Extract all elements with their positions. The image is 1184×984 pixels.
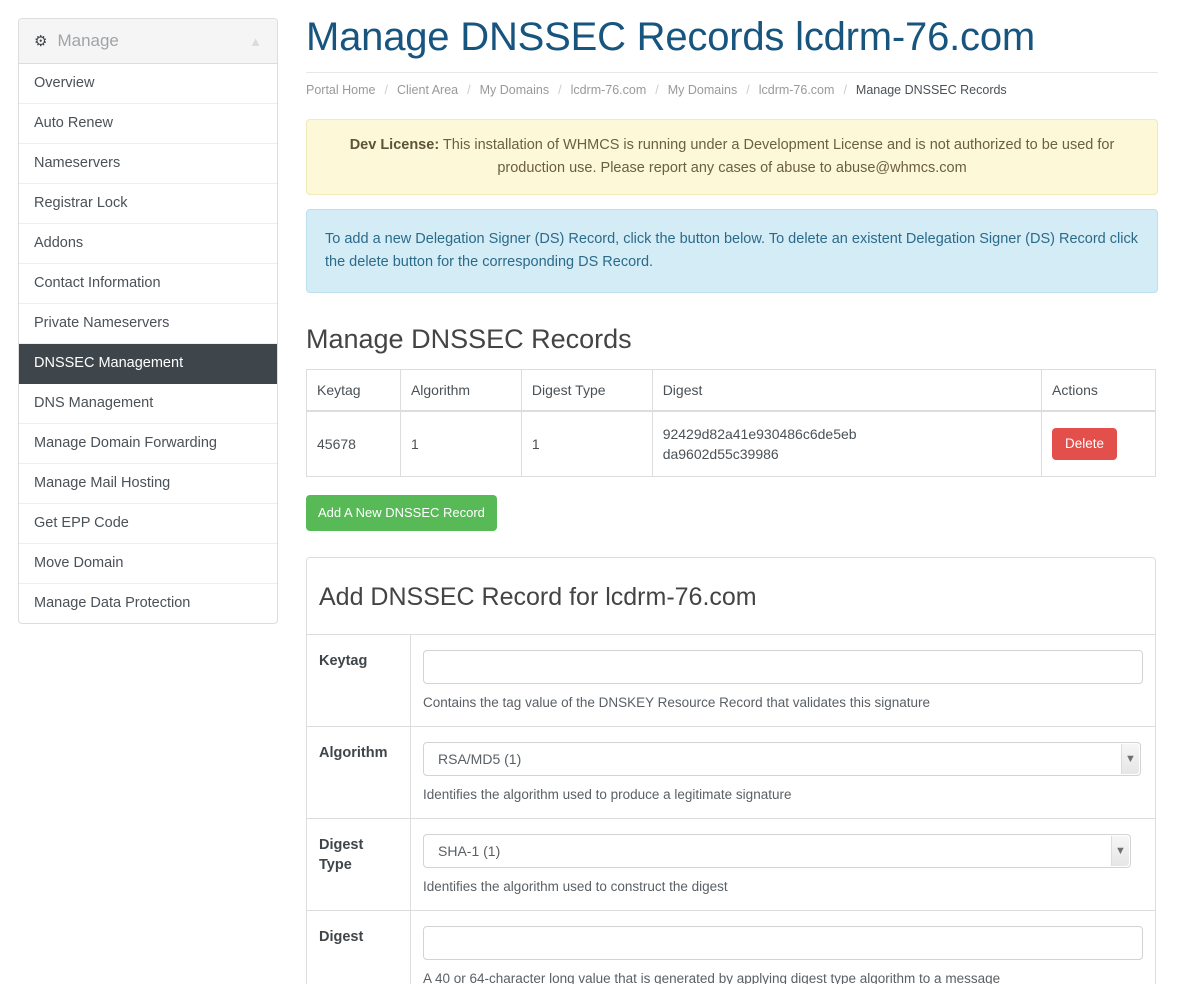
digest-input[interactable] — [423, 926, 1143, 960]
sidebar-item-move-domain[interactable]: Move Domain — [19, 544, 277, 584]
sidebar-item-overview[interactable]: Overview — [19, 64, 277, 104]
label-keytag: Keytag — [307, 635, 411, 727]
table-head: Keytag Algorithm Digest Type Digest Acti… — [306, 369, 1156, 412]
column-header-keytag: Keytag — [306, 369, 401, 412]
form-row-digest-type: Digest Type SHA-1 (1) ▼ Identifies the a… — [307, 818, 1155, 911]
column-header-actions: Actions — [1041, 369, 1156, 412]
column-header-digest-type: Digest Type — [521, 369, 653, 412]
add-new-dnssec-record-button[interactable]: Add A New DNSSEC Record — [306, 495, 497, 531]
breadcrumb: Portal Home / Client Area / My Domains /… — [306, 72, 1158, 97]
sidebar-header[interactable]: ⚙ Manage ▲ — [19, 19, 277, 64]
breadcrumb-item-domain-2[interactable]: lcdrm-76.com — [759, 83, 835, 97]
sidebar-item-contact-information[interactable]: Contact Information — [19, 264, 277, 304]
chevron-down-icon: ▼ — [1121, 744, 1139, 774]
sidebar-item-dns-management[interactable]: DNS Management — [19, 384, 277, 424]
chevron-down-icon: ▼ — [1111, 836, 1129, 866]
label-algorithm: Algorithm — [307, 726, 411, 819]
sidebar-title: Manage — [57, 31, 119, 50]
label-digest-type: Digest Type — [307, 818, 411, 911]
keytag-input[interactable] — [423, 650, 1143, 684]
records-section-title: Manage DNSSEC Records — [306, 324, 632, 354]
breadcrumb-separator: / — [467, 83, 471, 97]
digest-type-selected-value: SHA-1 (1) — [438, 843, 501, 859]
cell-digest-type: 1 — [521, 411, 653, 477]
sidebar-item-addons[interactable]: Addons — [19, 224, 277, 264]
form-row-digest: Digest A 40 or 64-character long value t… — [307, 910, 1155, 984]
sidebar-item-registrar-lock[interactable]: Registrar Lock — [19, 184, 277, 224]
page-root: ⚙ Manage ▲ Overview Auto Renew Nameserve… — [0, 0, 1184, 984]
breadcrumb-item-my-domains-2[interactable]: My Domains — [668, 83, 737, 97]
breadcrumb-item-current: Manage DNSSEC Records — [855, 83, 1007, 97]
dnssec-records-table: Keytag Algorithm Digest Type Digest Acti… — [306, 369, 1156, 477]
page-title: Manage DNSSEC Records lcdrm-76.com — [306, 15, 1036, 59]
column-header-algorithm: Algorithm — [400, 369, 522, 412]
sidebar-menu: Overview Auto Renew Nameservers Registra… — [19, 64, 277, 623]
sidebar-item-manage-mail-hosting[interactable]: Manage Mail Hosting — [19, 464, 277, 504]
algorithm-selected-value: RSA/MD5 (1) — [438, 751, 522, 767]
help-keytag: Contains the tag value of the DNSKEY Res… — [423, 695, 931, 710]
main-content: Manage DNSSEC Records lcdrm-76.com Porta… — [306, 0, 1158, 984]
cell-actions: Delete — [1042, 411, 1156, 477]
gear-icon: ⚙ — [34, 32, 48, 50]
breadcrumb-separator: / — [558, 83, 562, 97]
breadcrumb-item-domain[interactable]: lcdrm-76.com — [571, 83, 647, 97]
instructions-alert: To add a new Delegation Signer (DS) Reco… — [306, 209, 1158, 293]
sidebar-item-dnssec-management[interactable]: DNSSEC Management — [19, 344, 277, 384]
dev-license-label: Dev License: — [349, 137, 440, 153]
cell-keytag: 45678 — [306, 411, 401, 477]
sidebar-item-manage-data-protection[interactable]: Manage Data Protection — [19, 584, 277, 623]
dev-license-text: This installation of WHMCS is running un… — [439, 137, 1115, 176]
panel-heading: Add DNSSEC Record for lcdrm-76.com — [307, 558, 1155, 635]
help-digest: A 40 or 64-character long value that is … — [423, 971, 1001, 984]
sidebar-item-auto-renew[interactable]: Auto Renew — [19, 104, 277, 144]
help-algorithm: Identifies the algorithm used to produce… — [423, 787, 792, 802]
label-digest: Digest — [307, 910, 411, 984]
breadcrumb-separator: / — [384, 83, 388, 97]
form-row-algorithm: Algorithm RSA/MD5 (1) ▼ Identifies the a… — [307, 726, 1155, 819]
cell-digest: 92429d82a41e930486c6de5ebda9602d55c39986 — [652, 411, 1043, 477]
table-body: 45678 1 1 92429d82a41e930486c6de5ebda960… — [306, 411, 1156, 477]
chevron-up-icon[interactable]: ▲ — [249, 35, 262, 48]
breadcrumb-item-my-domains[interactable]: My Domains — [480, 83, 549, 97]
add-form-title: Add DNSSEC Record for lcdrm-76.com — [319, 583, 757, 611]
table-header-row: Keytag Algorithm Digest Type Digest Acti… — [306, 369, 1156, 412]
sidebar-item-get-epp-code[interactable]: Get EPP Code — [19, 504, 277, 544]
algorithm-select[interactable]: RSA/MD5 (1) ▼ — [423, 742, 1141, 776]
sidebar-item-private-nameservers[interactable]: Private Nameservers — [19, 304, 277, 344]
breadcrumb-separator: / — [655, 83, 659, 97]
column-header-digest: Digest — [652, 369, 1043, 412]
sidebar-item-manage-domain-forwarding[interactable]: Manage Domain Forwarding — [19, 424, 277, 464]
table-row: 45678 1 1 92429d82a41e930486c6de5ebda960… — [306, 411, 1156, 477]
add-record-form: Keytag Contains the tag value of the DNS… — [307, 635, 1155, 984]
form-row-keytag: Keytag Contains the tag value of the DNS… — [307, 635, 1155, 727]
add-dnssec-record-panel: Add DNSSEC Record for lcdrm-76.com Keyta… — [306, 557, 1156, 984]
breadcrumb-item-client-area[interactable]: Client Area — [397, 83, 458, 97]
manage-sidebar: ⚙ Manage ▲ Overview Auto Renew Nameserve… — [18, 18, 278, 624]
help-digest-type: Identifies the algorithm used to constru… — [423, 879, 728, 894]
breadcrumb-separator: / — [746, 83, 750, 97]
dev-license-alert: Dev License: This installation of WHMCS … — [306, 119, 1158, 195]
breadcrumb-item-portal-home[interactable]: Portal Home — [306, 83, 375, 97]
digest-value: 92429d82a41e930486c6de5ebda9602d55c39986 — [662, 426, 857, 462]
sidebar-item-nameservers[interactable]: Nameservers — [19, 144, 277, 184]
digest-type-select[interactable]: SHA-1 (1) ▼ — [423, 834, 1131, 868]
delete-record-button[interactable]: Delete — [1052, 428, 1118, 460]
cell-algorithm: 1 — [400, 411, 522, 477]
breadcrumb-separator: / — [843, 83, 847, 97]
instructions-text: To add a new Delegation Signer (DS) Reco… — [325, 231, 1138, 270]
